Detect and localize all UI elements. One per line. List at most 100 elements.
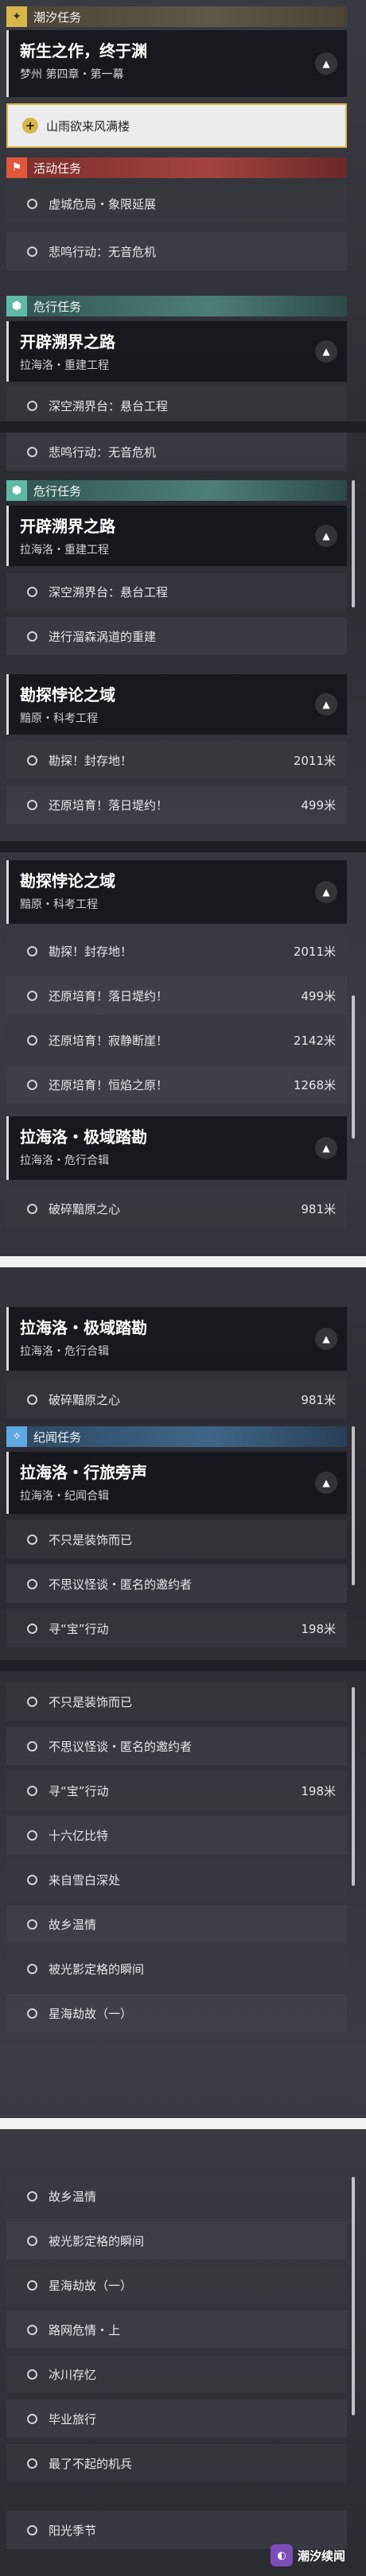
quest-item[interactable]: 寻“宝”行动 198米 <box>6 1771 347 1810</box>
quest-item[interactable]: 寻“宝”行动 198米 <box>6 1609 347 1647</box>
circle-icon <box>27 1829 37 1841</box>
quest-card-kantan[interactable]: 勘探悖论之域 黯原・科考工程 ▲ <box>6 860 347 924</box>
quest-item[interactable]: 破碎黯原之心 981米 <box>6 1189 347 1228</box>
separator <box>0 1256 366 1267</box>
quest-item[interactable]: 十六亿比特 <box>6 1816 347 1854</box>
quest-item-label: 深空溯界台：悬台工程 <box>49 584 169 599</box>
quest-item-label: 还原培育！恒焰之原！ <box>49 1077 169 1092</box>
distance: 1268米 <box>293 1077 336 1092</box>
circle-icon <box>27 2008 37 2019</box>
panel-2: 悲鸣行动：无音危机 ⬢ 危行任务 开辟溯界之路 拉海洛・重建工程 ▲ 深空溯界台… <box>0 433 366 841</box>
quest-item[interactable]: 深空溯界台：悬台工程 <box>6 386 347 421</box>
collapse-icon[interactable]: ▲ <box>315 1137 337 1159</box>
quest-card-lvxing[interactable]: 拉海洛・行旅旁声 拉海洛・纪闻合辑 ▲ <box>6 1452 347 1514</box>
main-quest-card[interactable]: 新生之作，终于渊 梦州 第四章・第一幕 ▲ <box>6 30 347 97</box>
collapse-icon[interactable]: ▲ <box>315 693 337 716</box>
distance: 2011米 <box>293 753 336 768</box>
circle-icon <box>27 1394 37 1405</box>
watermark-logo: ◐ 潮汐续闻 <box>271 2541 358 2570</box>
quest-item[interactable]: 毕业旅行 <box>6 2399 347 2438</box>
circle-icon <box>27 2524 37 2535</box>
quest-item-label: 冰川存忆 <box>49 2367 97 2382</box>
quest-card-jiyu[interactable]: 拉海洛・极域踏勘 拉海洛・危行合辑 ▲ <box>6 1116 347 1180</box>
section-danger[interactable]: ⬢ 危行任务 <box>6 296 347 316</box>
quest-title: 拉海洛・极域踏勘 <box>20 1318 147 1337</box>
quest-item[interactable]: 进行溜森涡道的重建 <box>6 617 347 655</box>
circle-icon <box>27 198 37 209</box>
quest-item[interactable]: 勘探！封存地！ 2011米 <box>6 741 347 779</box>
quest-title: 开辟溯界之路 <box>20 517 115 536</box>
quest-item[interactable]: 深空溯界台：悬台工程 <box>6 572 347 611</box>
quest-item[interactable]: 还原培育！落日堤约！ 499米 <box>6 786 347 824</box>
quest-item[interactable]: 虚城危局・象限延展 <box>6 184 347 223</box>
quest-item[interactable]: 不思议怪谈・匿名的邀约者 <box>6 1727 347 1765</box>
quest-item[interactable]: 悲鸣行动：无音危机 <box>6 433 347 471</box>
quest-item[interactable]: 冰川存忆 <box>6 2355 347 2393</box>
quest-item[interactable]: 还原培育！恒焰之原！ 1268米 <box>6 1065 347 1104</box>
circle-icon <box>27 1623 37 1634</box>
hex-icon: ⬢ <box>6 296 27 316</box>
circle-icon <box>27 2458 37 2469</box>
quest-item[interactable]: 路网危情・上 <box>6 2310 347 2349</box>
quest-item[interactable]: 最了不起的机兵 <box>6 2444 347 2482</box>
quest-item-label: 被光影定格的瞬间 <box>49 2233 145 2248</box>
scrollbar[interactable] <box>352 995 355 1139</box>
quest-item[interactable]: 星海劫故（一） <box>6 2266 347 2304</box>
section-jiwen[interactable]: ✧ 纪闻任务 <box>6 1426 347 1447</box>
quest-item-label: 不思议怪谈・匿名的邀约者 <box>49 1739 193 1754</box>
quest-item-label: 星海劫故（一） <box>49 2278 133 2293</box>
flag-icon: ⚑ <box>6 157 27 178</box>
collapse-icon[interactable]: ▲ <box>315 340 337 363</box>
quest-item[interactable]: 悲鸣行动：无音危机 <box>6 232 347 270</box>
scrollbar[interactable] <box>352 1426 355 1585</box>
scrollbar[interactable] <box>352 1687 355 1886</box>
circle-icon <box>27 1578 37 1589</box>
circle-icon <box>27 586 37 597</box>
circle-icon <box>27 446 37 457</box>
section-danger[interactable]: ⬢ 危行任务 <box>6 480 347 501</box>
quest-title: 勘探悖论之域 <box>20 871 115 890</box>
circle-icon <box>27 2190 37 2202</box>
quest-item-label: 毕业旅行 <box>49 2411 97 2427</box>
section-chaoxi[interactable]: ✦ 潮汐任务 <box>6 6 347 27</box>
quest-item[interactable]: 来自雪白深处 <box>6 1860 347 1899</box>
quest-card-kaipi[interactable]: 开辟溯界之路 拉海洛・重建工程 ▲ <box>6 506 347 566</box>
quest-item[interactable]: 破碎黯原之心 981米 <box>6 1380 347 1418</box>
quest-item[interactable]: 星海劫故（一） <box>6 1994 347 2032</box>
circle-icon <box>27 630 37 642</box>
quest-item-label: 寻“宝”行动 <box>49 1621 109 1636</box>
collapse-icon[interactable]: ▲ <box>315 525 337 547</box>
quest-item[interactable]: 故乡温情 <box>6 1905 347 1943</box>
quest-item[interactable]: 被光影定格的瞬间 <box>6 2221 347 2260</box>
collapse-icon[interactable]: ▲ <box>315 1328 337 1350</box>
quest-item[interactable]: 还原培育！落日堤约！ 499米 <box>6 976 347 1014</box>
quest-item[interactable]: 还原培育！寂静断崖！ 2142米 <box>6 1021 347 1059</box>
quest-item[interactable]: 勘探！封存地！ 2011米 <box>6 932 347 970</box>
collapse-icon[interactable]: ▲ <box>315 881 337 903</box>
quest-card-kaipi[interactable]: 开辟溯界之路 拉海洛・重建工程 ▲ <box>6 321 347 382</box>
quest-item-label: 勘探！封存地！ <box>49 753 133 768</box>
quest-item[interactable]: 不只是装饰而已 <box>6 1682 347 1721</box>
section-activity[interactable]: ⚑ 活动任务 <box>6 157 347 178</box>
quest-item[interactable]: 不只是装饰而已 <box>6 1520 347 1558</box>
quest-item[interactable]: 故乡温情 <box>6 2177 347 2215</box>
circle-icon <box>27 755 37 766</box>
quest-item-label: 还原培育！落日堤约！ <box>49 797 169 813</box>
panel-4: 拉海洛・极域踏勘 拉海洛・危行合辑 ▲ 破碎黯原之心 981米 ✧ 纪闻任务 拉… <box>0 1267 366 1660</box>
collapse-icon[interactable]: ▲ <box>315 52 337 75</box>
quest-item-label: 星海劫故（一） <box>49 2006 133 2021</box>
quest-card-jiyu[interactable]: 拉海洛・极域踏勘 拉海洛・危行合辑 ▲ <box>6 1307 347 1371</box>
section-title: 危行任务 <box>33 483 82 499</box>
collapse-icon[interactable]: ▲ <box>315 1472 337 1494</box>
quest-item-label: 虚城危局・象限延展 <box>49 196 157 211</box>
hex-icon: ⬢ <box>6 480 27 501</box>
circle-icon <box>27 945 37 956</box>
quest-item-label: 不只是装饰而已 <box>49 1532 133 1547</box>
scrollbar[interactable] <box>352 2177 355 2415</box>
quest-item[interactable]: 不思议怪谈・匿名的邀约者 <box>6 1565 347 1603</box>
quest-item-label: 十六亿比特 <box>49 1828 109 1843</box>
scrollbar[interactable] <box>352 480 355 607</box>
quest-card-kantan[interactable]: 勘探悖论之域 黯原・科考工程 ▲ <box>6 674 347 735</box>
quest-item[interactable]: 被光影定格的瞬间 <box>6 1949 347 1988</box>
track-quest-button[interactable]: + 山雨欲来风满楼 <box>6 103 347 148</box>
